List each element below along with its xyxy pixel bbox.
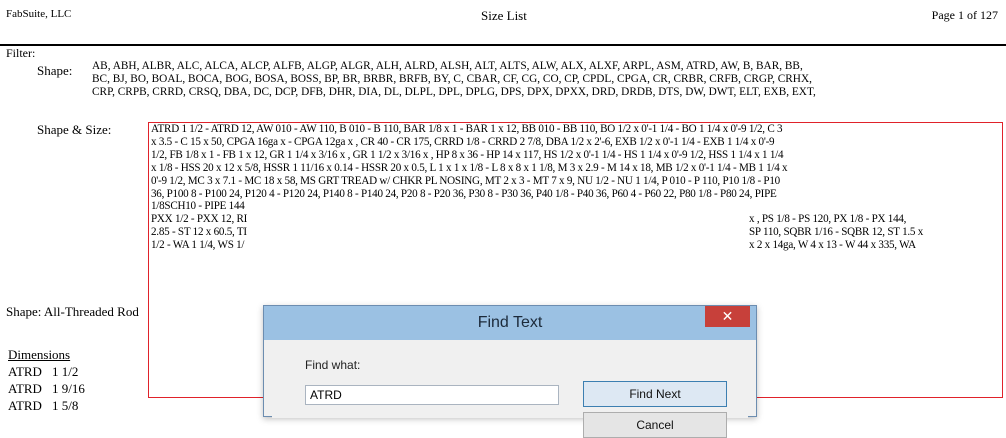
close-button[interactable]: ✕ (705, 306, 750, 327)
header-company: FabSuite, LLC (6, 8, 72, 20)
size-line-right: SP 110, SQBR 1/16 - SQBR 12, ST 1.5 x (749, 226, 924, 239)
dialog-body: Find what: ATRD Find Next Cancel (272, 340, 748, 438)
find-next-button[interactable]: Find Next (583, 381, 727, 407)
size-line-right: x , PS 1/8 - PS 120, PX 1/8 - PX 144, (749, 213, 907, 226)
dimension-row: ATRD 1 9/16 (8, 381, 85, 396)
filter-title: Filter: (6, 46, 36, 60)
header-title: Size List (481, 8, 527, 23)
dimension-row: ATRD 1 1/2 (8, 364, 79, 379)
dimension-row: ATRD 1 5/8 (8, 398, 79, 413)
shape-line: BC, BJ, BO, BOAL, BOCA, BOG, BOSA, BOSS,… (92, 73, 812, 85)
size-label: Shape & Size: (37, 122, 112, 137)
find-what-input[interactable]: ATRD (305, 385, 559, 405)
size-line-right: x 2 x 14ga, W 4 x 13 - W 44 x 335, WA (749, 239, 916, 252)
size-list-right: x , PS 1/8 - PS 120, PX 1/8 - PX 144, SP… (749, 123, 1002, 252)
shape-line: CRP, CRPB, CRRD, CRSQ, DBA, DC, DCP, DFB… (92, 86, 816, 98)
dialog-titlebar[interactable]: Find Text ✕ (264, 306, 756, 340)
section-shape: Shape: All-Threaded Rod (6, 304, 139, 319)
header-page: Page 1 of 127 (931, 8, 998, 22)
dimensions-header: Dimensions (8, 347, 71, 362)
shape-list: AB, ABH, ALBR, ALC, ALCA, ALCP, ALFB, AL… (92, 60, 992, 99)
shape-label: Shape: (37, 63, 73, 78)
close-icon: ✕ (721, 308, 734, 324)
find-what-label: Find what: (305, 358, 361, 372)
shape-line: AB, ABH, ALBR, ALC, ALCA, ALCP, ALFB, AL… (92, 60, 803, 72)
find-text-dialog: Find Text ✕ Find what: ATRD Find Next Ca… (263, 305, 757, 438)
header-rule (0, 44, 1006, 46)
cancel-button[interactable]: Cancel (583, 412, 727, 438)
dialog-title: Find Text (477, 314, 543, 331)
